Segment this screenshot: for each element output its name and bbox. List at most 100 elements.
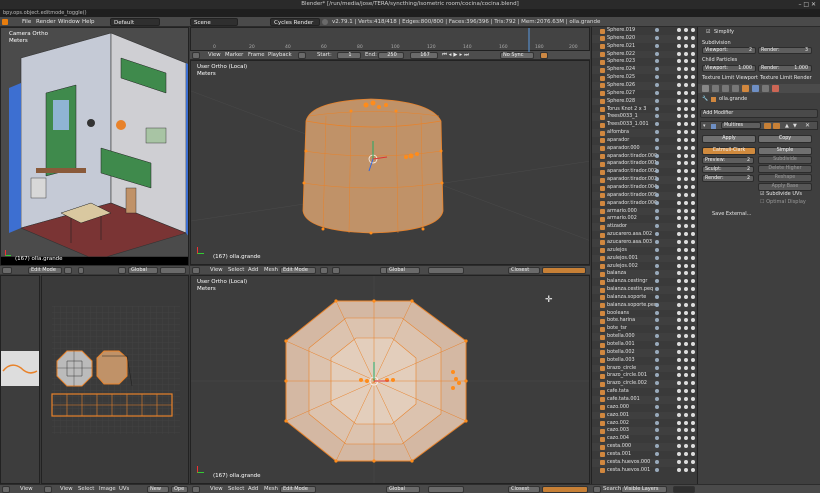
outliner-row[interactable]: azucarero.asa.003 bbox=[592, 238, 696, 247]
arrow-icon[interactable] bbox=[684, 185, 688, 189]
eye-icon[interactable] bbox=[677, 263, 681, 268]
top-orientation-select[interactable]: Global bbox=[386, 267, 420, 274]
outliner-row[interactable]: cafe.tata.001 bbox=[592, 395, 696, 404]
timeline-frame-menu[interactable]: Frame bbox=[248, 52, 265, 59]
eye-icon[interactable] bbox=[677, 467, 681, 472]
move-up-icon[interactable]: ▲ bbox=[785, 123, 789, 129]
outliner-row[interactable]: aparador.tirador.002 bbox=[592, 168, 696, 176]
outliner-item-label[interactable]: Sphere.028 bbox=[607, 98, 635, 106]
camera-icon[interactable] bbox=[691, 169, 695, 174]
wrench-icon[interactable] bbox=[655, 396, 659, 401]
new-image-button[interactable]: New bbox=[147, 486, 169, 493]
timeline-editor-icon[interactable] bbox=[192, 52, 200, 59]
eye-icon[interactable] bbox=[677, 381, 681, 386]
outliner-row[interactable]: Sphere.022 bbox=[592, 50, 696, 59]
outliner-row[interactable]: cazo.004 bbox=[592, 435, 696, 443]
copy-button[interactable]: Copy bbox=[758, 135, 812, 143]
eye-icon[interactable] bbox=[677, 177, 681, 182]
outliner-search-field[interactable] bbox=[673, 486, 695, 493]
outliner-item-label[interactable]: Sphere.027 bbox=[607, 90, 635, 98]
uv-select-menu[interactable]: Select bbox=[78, 486, 94, 493]
arrow-icon[interactable] bbox=[684, 98, 688, 103]
wrench-icon[interactable] bbox=[655, 35, 659, 40]
outliner-row[interactable]: brazo_circle bbox=[592, 364, 696, 373]
subdivide-button[interactable]: Subdivide bbox=[758, 156, 812, 164]
eye-icon[interactable] bbox=[677, 444, 681, 449]
modifier-tab-icon[interactable] bbox=[752, 85, 759, 92]
arrow-icon[interactable] bbox=[684, 294, 688, 299]
camera-icon[interactable] bbox=[691, 444, 695, 449]
outliner-item-label[interactable]: balanza.soporte bbox=[607, 294, 646, 302]
subdiv-render-field[interactable]: Render: 3 bbox=[758, 47, 812, 54]
camera-icon[interactable] bbox=[691, 145, 695, 150]
view-menu-icon[interactable] bbox=[14, 267, 26, 274]
outliner-row[interactable]: aparador.tirador.001 bbox=[592, 160, 696, 169]
arrow-icon[interactable] bbox=[684, 255, 688, 260]
eye-icon[interactable] bbox=[677, 122, 681, 127]
eye-icon[interactable] bbox=[677, 51, 681, 56]
wrench-icon[interactable] bbox=[655, 51, 659, 56]
cage-toggle-icon[interactable] bbox=[773, 123, 780, 129]
outliner-row[interactable]: Sphere.026 bbox=[592, 81, 696, 90]
outliner-item-label[interactable]: aparador.tirador.006 bbox=[607, 200, 657, 208]
camera-icon[interactable] bbox=[691, 208, 695, 213]
outliner-item-label[interactable]: cazo.004 bbox=[607, 435, 629, 443]
arrow-icon[interactable] bbox=[684, 373, 688, 378]
camera-icon[interactable] bbox=[691, 459, 695, 464]
camera-icon[interactable] bbox=[691, 82, 695, 87]
eye-icon[interactable] bbox=[677, 208, 681, 213]
outliner-row[interactable]: cazo.001 bbox=[592, 411, 696, 420]
camera-icon[interactable] bbox=[691, 224, 695, 229]
menu-render[interactable]: Render bbox=[36, 18, 56, 26]
outliner-row[interactable]: brazo_circle.001 bbox=[592, 372, 696, 380]
camera-icon[interactable] bbox=[691, 271, 695, 276]
camera-icon[interactable] bbox=[691, 326, 695, 331]
outliner-row[interactable]: cesta.huevos.000 bbox=[592, 458, 696, 467]
wrench-icon[interactable] bbox=[655, 247, 659, 252]
outliner-item-label[interactable]: azucarero.asa.003 bbox=[607, 239, 652, 247]
pivot-icon[interactable] bbox=[332, 267, 340, 274]
bottom-add-menu[interactable]: Add bbox=[248, 486, 258, 493]
arrow-icon[interactable] bbox=[684, 349, 688, 354]
eye-icon[interactable] bbox=[677, 294, 681, 299]
arrow-icon[interactable] bbox=[684, 326, 688, 331]
shading-icon[interactable] bbox=[320, 267, 328, 274]
outliner-item-label[interactable]: brazo_circle.001 bbox=[607, 372, 647, 380]
outliner-row[interactable]: aparador bbox=[592, 137, 696, 145]
outliner-item-label[interactable]: Sphere.025 bbox=[607, 74, 635, 82]
bottom-mode-select[interactable]: Edit Mode bbox=[280, 486, 316, 493]
eye-icon[interactable] bbox=[677, 114, 681, 119]
left-view-menu[interactable]: View bbox=[20, 486, 33, 493]
wrench-icon[interactable] bbox=[655, 67, 659, 72]
eye-icon[interactable] bbox=[677, 412, 681, 417]
wrench-icon[interactable] bbox=[655, 428, 659, 433]
uv-editor-type-icon[interactable] bbox=[44, 486, 52, 493]
arrow-icon[interactable] bbox=[684, 224, 688, 229]
camera-orientation-select[interactable]: Global bbox=[128, 267, 158, 274]
wrench-icon[interactable] bbox=[655, 357, 659, 362]
eye-icon[interactable] bbox=[677, 365, 681, 370]
arrow-icon[interactable] bbox=[684, 82, 688, 87]
outliner-row[interactable]: Sphere.020 bbox=[592, 34, 696, 43]
arrow-icon[interactable] bbox=[684, 302, 688, 307]
outliner-row[interactable]: bote.harina bbox=[592, 317, 696, 326]
arrow-icon[interactable] bbox=[684, 200, 688, 205]
wrench-icon[interactable] bbox=[655, 200, 659, 205]
bottom-orientation-select[interactable]: Global bbox=[386, 486, 420, 493]
outliner-item-label[interactable]: booleans bbox=[607, 310, 629, 318]
bottom-mesh-menu[interactable]: Mesh bbox=[264, 486, 278, 493]
wrench-icon[interactable] bbox=[655, 365, 659, 370]
arrow-icon[interactable] bbox=[684, 404, 688, 409]
arrow-icon[interactable] bbox=[684, 90, 688, 95]
outliner-item-label[interactable]: cesta.huevos.001 bbox=[607, 467, 650, 475]
camera-icon[interactable] bbox=[691, 396, 695, 401]
outliner-item-label[interactable]: azulejos.002 bbox=[607, 263, 638, 271]
arrow-icon[interactable] bbox=[684, 412, 688, 417]
outliner-row[interactable]: cazo.002 bbox=[592, 420, 696, 428]
eye-icon[interactable] bbox=[677, 420, 681, 425]
outliner-item-label[interactable]: cazo.002 bbox=[607, 420, 629, 428]
arrow-icon[interactable] bbox=[684, 75, 688, 80]
wrench-icon[interactable] bbox=[655, 177, 659, 182]
camera-icon[interactable] bbox=[691, 177, 695, 182]
arrow-icon[interactable] bbox=[684, 239, 688, 244]
